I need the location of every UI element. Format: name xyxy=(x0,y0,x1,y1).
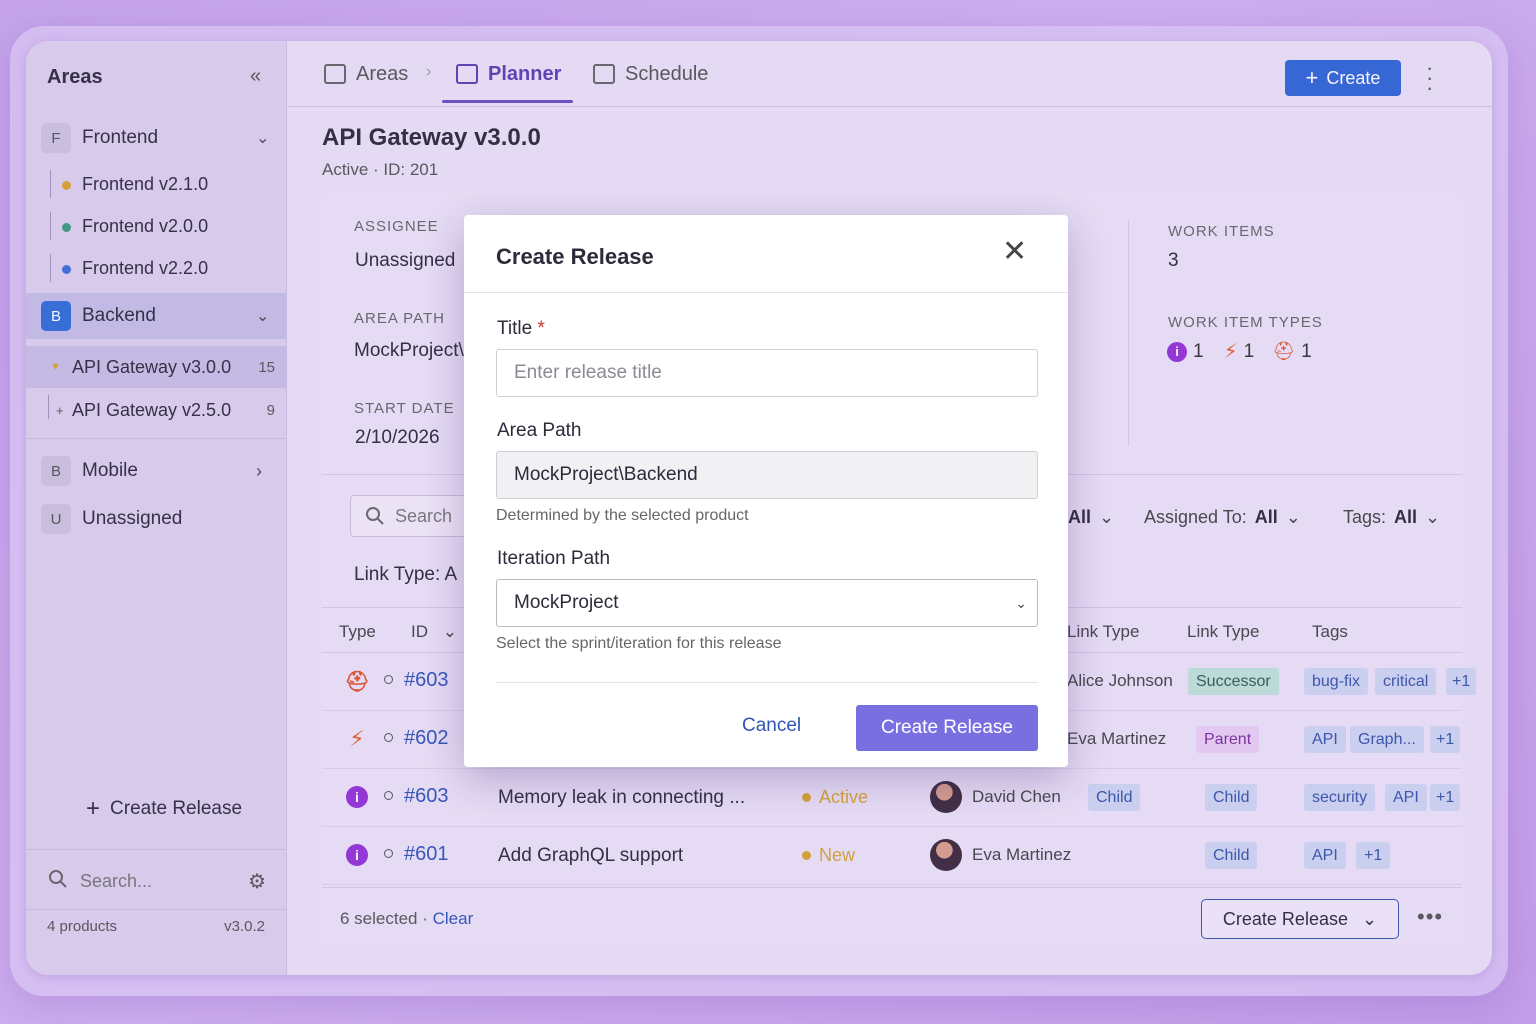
chevron-down-icon: ⌄ xyxy=(1015,594,1027,611)
area-path-value: MockProject\Backend xyxy=(514,464,698,485)
iteration-path-field-label: Iteration Path xyxy=(497,548,611,569)
create-release-dialog: Create Release ✕ Title * Enter release t… xyxy=(464,215,1068,767)
divider xyxy=(496,682,1038,683)
required-asterisk: * xyxy=(537,318,545,339)
title-placeholder: Enter release title xyxy=(514,362,662,383)
create-release-button[interactable]: Create Release xyxy=(856,705,1038,751)
cancel-button[interactable]: Cancel xyxy=(742,715,801,737)
release-title-input[interactable]: Enter release title xyxy=(496,349,1038,397)
dialog-title: Create Release xyxy=(496,244,654,269)
title-field-label: Title * xyxy=(497,318,545,340)
close-icon[interactable]: ✕ xyxy=(1002,237,1027,267)
divider xyxy=(464,292,1068,293)
title-label-text: Title xyxy=(497,318,533,339)
area-path-help: Determined by the selected product xyxy=(496,507,749,524)
area-path-field: MockProject\Backend xyxy=(496,451,1038,499)
iteration-path-help: Select the sprint/iteration for this rel… xyxy=(496,635,782,652)
area-path-field-label: Area Path xyxy=(497,420,582,441)
iteration-path-select[interactable]: MockProject ⌄ xyxy=(496,579,1038,627)
iteration-path-value: MockProject xyxy=(514,592,619,613)
